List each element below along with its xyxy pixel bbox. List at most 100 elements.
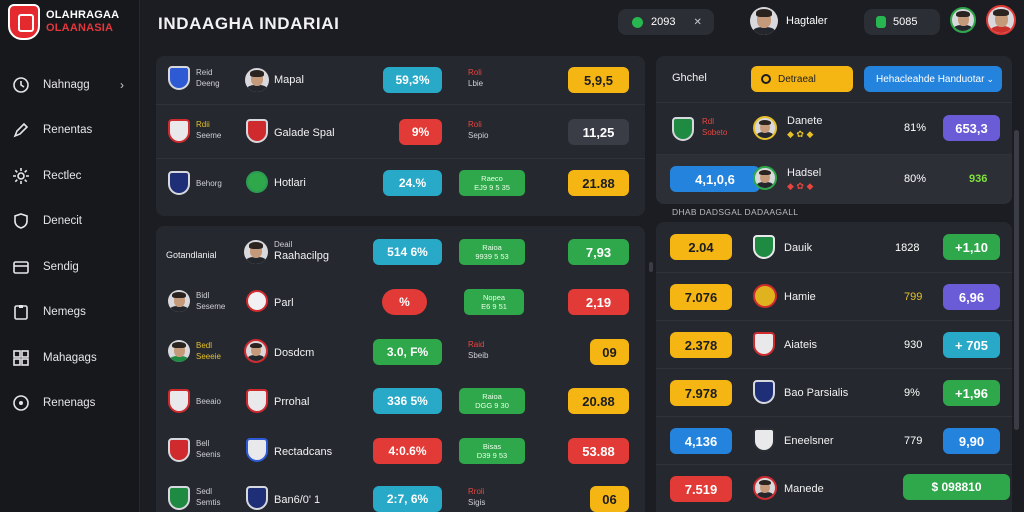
sidebar-item-2[interactable]: Rectlec <box>0 153 140 199</box>
club-crest-icon <box>168 66 190 90</box>
win-percentage-button[interactable]: 336 5% <box>373 388 442 414</box>
match-row[interactable]: Reid Deeng Mapal 59,3% Roli Lbie 5,9,5 <box>156 56 645 104</box>
chevron-down-icon: ⌄ <box>986 73 994 84</box>
tab-featured[interactable]: Detraeal <box>751 66 853 92</box>
club-crest-icon <box>246 119 268 143</box>
win-percentage-button[interactable]: 4:0.6% <box>373 438 442 464</box>
odds-row[interactable]: 2.378 Aiateis 930 + 705 <box>656 320 1012 368</box>
match-row[interactable]: Bell Seenis Rectadcans 4:0.6% Bisas D39 9 … <box>156 426 645 476</box>
odds-button[interactable]: 653,3 <box>943 115 1000 141</box>
match-row[interactable]: Rdii Seeme Galade Spal 9% Roli Sepio 11,25 <box>156 104 645 158</box>
market-button[interactable]: Raeco EJ9 9 5 35 <box>459 170 525 196</box>
player-avatar <box>245 68 269 92</box>
team-name: Hadsel <box>787 167 822 179</box>
odds-button[interactable]: 09 <box>590 339 629 365</box>
match-info-1: Rdii <box>196 120 210 129</box>
score-button[interactable]: 7.978 <box>670 380 732 406</box>
score-button[interactable]: 2.378 <box>670 332 732 358</box>
team-name: Manede <box>784 483 824 495</box>
sidebar-item-label: Nahnagg <box>43 78 90 91</box>
market-label: Roli <box>468 120 482 129</box>
match-row[interactable]: Beeaio Prrohal 336 5% Raioa DGG 9 30 20.8… <box>156 376 645 426</box>
win-percentage-button[interactable]: % <box>382 289 427 315</box>
odds-row[interactable]: 4,136 Eneelsner 779 9,90 <box>656 416 1012 464</box>
player-avatar <box>753 116 777 140</box>
friend-avatar[interactable] <box>950 7 976 33</box>
market-sub: DGG 9 30 <box>475 401 509 410</box>
score-button[interactable]: 2.04 <box>670 234 732 260</box>
win-percentage-button[interactable]: 3.0, F% <box>373 339 442 365</box>
market-button[interactable]: Bisas D39 9 53 <box>459 438 525 464</box>
grid-icon <box>12 349 30 367</box>
match-info-1: Rdl <box>702 117 715 126</box>
match-row[interactable]: Bedl Seeeie Dosdcm 3.0, F% Raid Sbeib 09 <box>156 326 645 376</box>
odds-row[interactable]: 7.076 Hamie 799 6,96 <box>656 272 1012 320</box>
coins-pill[interactable]: 5085 <box>864 9 940 35</box>
win-percentage: 81% <box>904 122 927 134</box>
sidebar-item-1[interactable]: Renentas <box>0 108 140 154</box>
live-row[interactable]: 4,1,0,6 Hadsel ◆ ✿ ◆ 80% 936 <box>656 154 1012 204</box>
panel-resize-handle[interactable] <box>649 262 653 272</box>
odds-button[interactable]: + 705 <box>943 332 1000 358</box>
odds-button[interactable]: 2,19 <box>568 289 629 315</box>
brand-logo[interactable]: OLAHRAGAA OLAANASIA <box>8 4 119 40</box>
win-percentage-button[interactable]: 24.% <box>383 170 442 196</box>
odds-button[interactable]: 21.88 <box>568 170 629 196</box>
odds-button[interactable]: 11,25 <box>568 119 629 145</box>
sidebar-item-7[interactable]: Renenags <box>0 381 140 427</box>
odds-button[interactable]: +1,10 <box>943 234 1000 260</box>
score-button[interactable]: 4,136 <box>670 428 732 454</box>
scrollbar[interactable] <box>1014 130 1019 430</box>
player-avatar <box>244 339 268 363</box>
odds-button[interactable]: 6,96 <box>943 284 1000 310</box>
score-button[interactable]: 4,1,0,6 <box>670 166 760 192</box>
place-bet-button[interactable]: $ 098810 <box>903 474 1010 500</box>
score-button[interactable]: 7.076 <box>670 284 732 310</box>
market-button[interactable]: Nopea E6 9 51 <box>464 289 524 315</box>
team-sub: Deail <box>274 240 293 249</box>
match-info-1: Bell <box>196 439 210 448</box>
team-name: Hotlari <box>274 177 306 189</box>
win-percentage-button[interactable]: 9% <box>399 119 442 145</box>
market-button[interactable]: Raioa 9939 5 53 <box>459 239 525 265</box>
odds-button[interactable]: +1,96 <box>943 380 1000 406</box>
live-row[interactable]: Rdl Sobeto Danete ◆ ✿ ◆ 81% 653,3 <box>656 102 1012 154</box>
win-percentage-button[interactable]: 2:7, 6% <box>373 486 442 512</box>
team-name: Danete <box>787 115 823 127</box>
match-row[interactable]: Gotandlanial Deail Raahacilpg 514 6% Rai… <box>156 226 645 276</box>
odds-row[interactable]: 2.04 Dauik 1828 +1,10 <box>656 222 1012 272</box>
sidebar-item-6[interactable]: Mahagags <box>0 335 140 381</box>
team-name: Mapal <box>274 74 304 86</box>
odds-value[interactable]: 936 <box>969 173 987 185</box>
close-icon[interactable]: ✕ <box>693 17 701 28</box>
odds-button[interactable]: 53.88 <box>568 438 629 464</box>
stat-value: 930 <box>904 339 923 351</box>
win-percentage-button[interactable]: 59,3% <box>383 67 442 93</box>
match-row[interactable]: Sedl Semtis Ban6/0' 1 2:7, 6% Rroli Sigis … <box>156 476 645 512</box>
market-button[interactable]: Raioa DGG 9 30 <box>459 388 525 414</box>
match-info-1: Bedl <box>196 341 213 350</box>
win-percentage-button[interactable]: 514 6% <box>373 239 442 265</box>
profile-avatar[interactable] <box>986 5 1016 35</box>
user-name[interactable]: Hagtaler <box>786 15 828 27</box>
dropdown-market[interactable]: Hehacleahde Handuotar ⌄ <box>864 66 1002 92</box>
market-label: Raid <box>468 340 485 349</box>
user-avatar[interactable] <box>750 7 778 35</box>
match-row[interactable]: Bidl Seseme Parl % Nopea E6 9 51 2,19 <box>156 276 645 326</box>
odds-button[interactable]: 20.88 <box>568 388 629 414</box>
club-crest-icon <box>753 380 775 404</box>
balance-pill[interactable]: 2093 ✕ <box>618 9 714 35</box>
sidebar-item-4[interactable]: Sendig <box>0 244 140 290</box>
odds-row[interactable]: 7.519 Manede $ 098810 <box>656 464 1012 512</box>
odds-button[interactable]: 7,93 <box>568 239 629 265</box>
odds-row[interactable]: 7.978 Bao Parsialis 9% +1,96 <box>656 368 1012 416</box>
sidebar-item-5[interactable]: Nemegs <box>0 290 140 336</box>
market-label: Nopea <box>482 293 506 302</box>
score-button[interactable]: 7.519 <box>670 476 732 502</box>
sidebar-item-0[interactable]: Nahnagg › <box>0 62 140 108</box>
sidebar-item-3[interactable]: Denecit <box>0 199 140 245</box>
match-row[interactable]: Behorg Hotlari 24.% Raeco EJ9 9 5 35 21.8… <box>156 158 645 206</box>
odds-button[interactable]: 9,90 <box>943 428 1000 454</box>
odds-button[interactable]: 5,9,5 <box>568 67 629 93</box>
odds-button[interactable]: 06 <box>590 486 629 512</box>
